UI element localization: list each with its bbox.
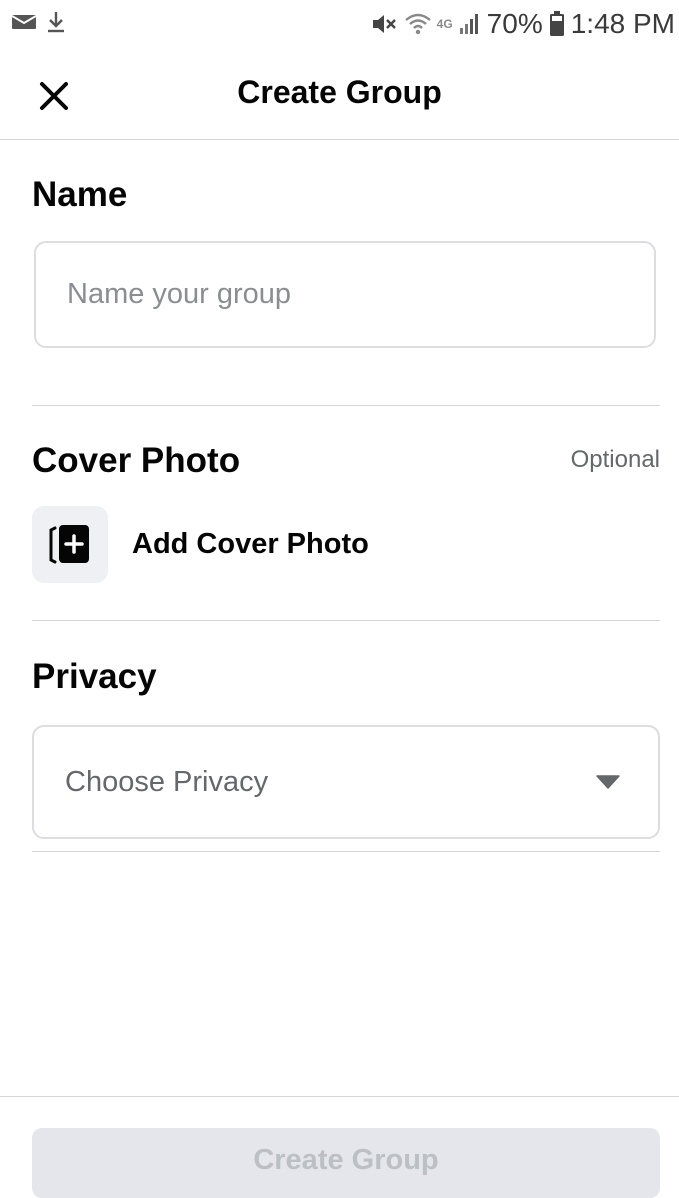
network-type: 4G — [436, 17, 453, 31]
signal-icon — [459, 12, 481, 36]
add-photo-icon — [49, 525, 89, 564]
privacy-section-title: Privacy — [32, 657, 157, 696]
page-title: Create Group — [237, 74, 442, 110]
create-group-button[interactable]: Create Group — [32, 1128, 660, 1198]
add-cover-photo-label: Add Cover Photo — [132, 527, 369, 560]
add-photo-icon-box — [32, 505, 108, 583]
divider — [32, 620, 660, 621]
caret-down-icon — [596, 775, 620, 789]
privacy-selected-value: Choose Privacy — [65, 765, 269, 798]
footer-divider — [0, 1096, 679, 1097]
privacy-dropdown[interactable]: Choose Privacy — [32, 725, 660, 839]
wifi-icon — [404, 12, 431, 36]
status-bar-right: 4G 70% 1:48 PM — [371, 8, 675, 40]
optional-label: Optional — [570, 446, 660, 473]
name-section-title: Name — [32, 175, 128, 214]
email-icon — [11, 13, 37, 36]
clock: 1:48 PM — [570, 8, 675, 39]
divider — [32, 405, 660, 406]
header: Create Group — [0, 50, 679, 140]
mute-icon — [371, 12, 399, 36]
group-name-input[interactable] — [34, 241, 656, 348]
divider — [32, 851, 660, 852]
status-bar-left — [11, 10, 66, 39]
battery-percent: 70% — [486, 8, 543, 39]
add-cover-photo-button[interactable]: Add Cover Photo — [32, 505, 369, 583]
cover-photo-section-title: Cover Photo — [32, 441, 241, 480]
status-bar: 4G 70% 1:48 PM — [0, 0, 679, 50]
download-icon — [46, 10, 66, 39]
battery-icon — [549, 11, 565, 37]
